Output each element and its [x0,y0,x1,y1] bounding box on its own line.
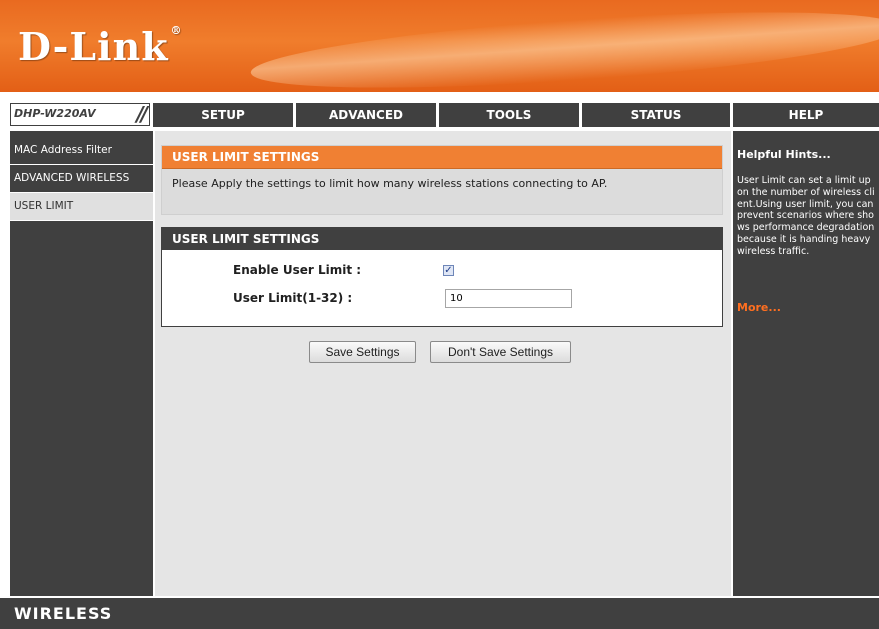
intro-text: Please Apply the settings to limit how m… [172,177,608,190]
footer-bar: WIRELESS [0,598,879,629]
tab-help[interactable]: HELP [733,103,879,127]
helpful-hints-panel: Helpful Hints... User Limit can set a li… [733,131,879,596]
footer-wireless-label: WIRELESS [14,604,113,623]
model-badge: DHP-W220AV // [10,102,150,126]
top-nav: DHP-W220AV // SETUP ADVANCED TOOLS STATU… [10,102,879,127]
dont-save-settings-button[interactable]: Don't Save Settings [430,341,571,363]
save-settings-button[interactable]: Save Settings [309,341,416,363]
intro-title: USER LIMIT SETTINGS [162,146,722,169]
enable-user-limit-checkbox[interactable]: ✓ [443,265,454,276]
main-content: USER LIMIT SETTINGS Please Apply the set… [155,131,731,596]
user-limit-label: User Limit(1-32) : [233,291,353,305]
header-banner: D-Link ® [0,0,879,92]
hints-more-link[interactable]: More... [737,301,781,314]
sidebar-item-user-limit[interactable]: USER LIMIT [10,193,153,221]
tab-advanced[interactable]: ADVANCED [296,103,436,127]
user-limit-input[interactable] [445,289,572,308]
sidebar-item-mac-address-filter[interactable]: MAC Address Filter [10,137,153,165]
trademark-mark: ® [170,24,183,37]
left-sidebar: MAC Address Filter ADVANCED WIRELESS USE… [10,131,153,596]
hints-body: User Limit can set a limit upon the numb… [737,175,875,257]
model-name: DHP-W220AV [14,107,96,120]
tab-status[interactable]: STATUS [582,103,730,127]
sidebar-item-advanced-wireless[interactable]: ADVANCED WIRELESS [10,165,153,193]
logo-text: D-Link [18,24,169,69]
settings-title: USER LIMIT SETTINGS [162,228,722,250]
hints-title: Helpful Hints... [737,148,831,161]
intro-box: USER LIMIT SETTINGS Please Apply the set… [161,145,723,215]
dlink-logo: D-Link ® [18,24,183,69]
tab-setup[interactable]: SETUP [153,103,293,127]
settings-box: USER LIMIT SETTINGS Enable User Limit : … [161,227,723,327]
banner-swoosh [248,0,879,92]
enable-user-limit-label: Enable User Limit : [233,263,362,277]
model-slash-decor: // [136,102,147,126]
tab-tools[interactable]: TOOLS [439,103,579,127]
